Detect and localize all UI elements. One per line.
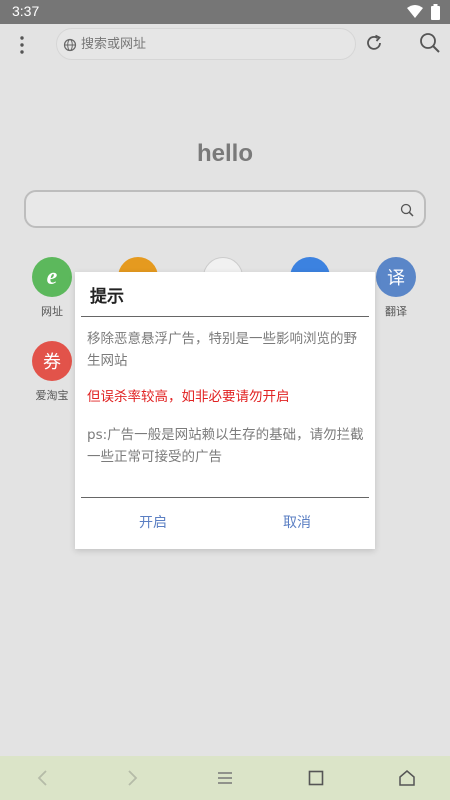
menu-icon[interactable] bbox=[213, 766, 237, 790]
dialog-message: 移除恶意悬浮广告，特别是一些影响浏览的野生网站 bbox=[87, 331, 357, 369]
divider bbox=[81, 316, 369, 317]
address-bar[interactable] bbox=[56, 28, 356, 60]
cancel-button[interactable]: 取消 bbox=[247, 512, 347, 532]
home-logo-text: hello bbox=[196, 140, 253, 167]
browser-toolbar bbox=[0, 24, 450, 66]
wifi-icon bbox=[407, 5, 423, 19]
tabs-icon[interactable] bbox=[304, 766, 328, 790]
ad-block-dialog: 提示 移除恶意悬浮广告，特别是一些影响浏览的野生网站 但误杀率较高，如非必要请勿… bbox=[75, 272, 375, 549]
home-search-box[interactable] bbox=[24, 190, 426, 228]
shortcut-label: 翻译 bbox=[385, 305, 407, 318]
shortcut-label: 网址 bbox=[41, 305, 63, 318]
forward-icon[interactable] bbox=[121, 766, 145, 790]
shortcut-label: 爱淘宝 bbox=[35, 389, 69, 402]
search-icon[interactable] bbox=[418, 31, 442, 55]
shortcut-wangzhi[interactable]: e 网址 bbox=[22, 257, 82, 319]
home-icon[interactable] bbox=[395, 766, 419, 790]
status-time: 3:37 bbox=[12, 3, 40, 19]
search-icon[interactable] bbox=[400, 202, 414, 221]
bottom-navbar bbox=[0, 756, 450, 800]
dialog-note: ps:广告一般是网站赖以生存的基础，请勿拦截一些正常可接受的广告 bbox=[87, 427, 364, 465]
back-icon[interactable] bbox=[30, 766, 54, 790]
enable-button[interactable]: 开启 bbox=[103, 512, 203, 532]
shortcut-fanyi[interactable]: 译 翻译 bbox=[366, 257, 426, 319]
battery-icon bbox=[431, 4, 440, 20]
more-vert-icon[interactable] bbox=[12, 32, 32, 58]
coupon-icon: 券 bbox=[32, 341, 72, 381]
translate-icon: 译 bbox=[376, 257, 416, 297]
edge-e-icon: e bbox=[32, 257, 72, 297]
divider bbox=[81, 497, 369, 498]
shortcut-aitaobao[interactable]: 券 爱淘宝 bbox=[22, 341, 82, 403]
globe-icon bbox=[63, 37, 77, 56]
address-input[interactable] bbox=[81, 33, 341, 55]
dialog-warning: 但误杀率较高，如非必要请勿开启 bbox=[87, 389, 290, 405]
status-bar: 3:37 bbox=[0, 0, 450, 24]
refresh-icon[interactable] bbox=[363, 32, 385, 54]
dialog-title: 提示 bbox=[90, 287, 124, 307]
